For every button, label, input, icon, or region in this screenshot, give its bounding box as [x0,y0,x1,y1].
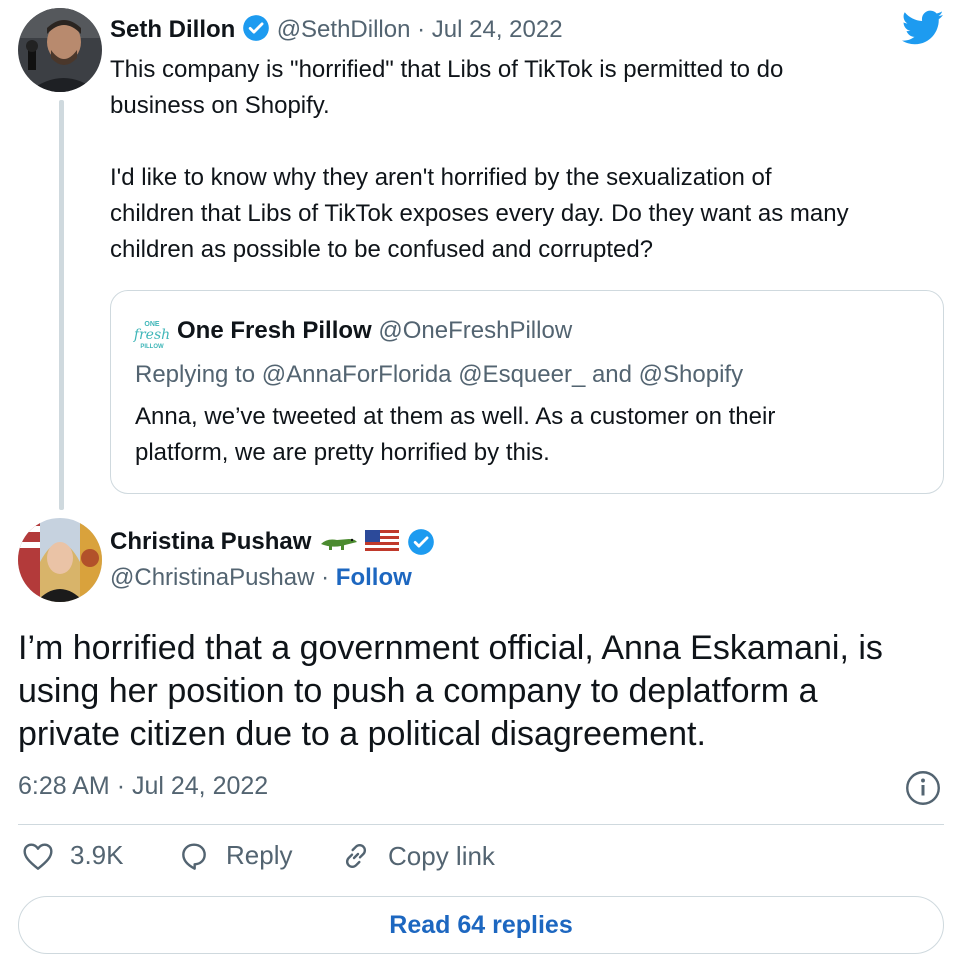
link-icon [345,843,367,869]
main-tweet-text: I’m horrified that a government official… [18,629,883,753]
tweet-timestamp[interactable]: 6:28 AM · Jul 24, 2022 [18,772,268,801]
quoted-tweet-header: One Fresh Pillow @OneFreshPillow [177,317,572,345]
main-tweet-header: Christina Pushaw [110,528,435,556]
reply-button[interactable]: Reply [178,840,292,871]
alligator-icon [321,538,358,550]
pillow-logo-icon: ONE fresh PILLOW [133,321,170,350]
read-replies-label: Read 64 replies [389,910,573,939]
tweet-date[interactable]: Jul 24, 2022 [432,16,563,43]
info-icon[interactable] [905,770,941,806]
tweet-text: This company is "horrified" that Libs of… [110,56,849,263]
follow-button[interactable]: Follow [336,564,412,591]
avatar-seth-dillon[interactable] [18,8,102,92]
heart-icon [23,842,53,870]
tweet-date: Jul 24, 2022 [131,772,269,800]
us-flag-icon [365,530,400,554]
twitter-logo-icon [902,10,944,45]
main-author-handle[interactable]: @ChristinaPushaw [110,564,314,591]
verified-badge-icon [243,15,269,41]
tweet-header: Seth Dillon @SethDillon · Jul 24, 2022 [110,14,563,44]
main-handle-line: @ChristinaPushaw · Follow [110,564,412,592]
like-count: 3.9K [70,840,124,870]
read-replies-button[interactable]: Read 64 replies [18,896,944,954]
verified-badge-icon [408,529,435,555]
divider [18,824,944,825]
author-name[interactable]: Seth Dillon [110,16,235,43]
replying-to-handles[interactable]: @AnnaForFlorida @Esqueer_ and @Shopify [262,361,743,388]
tweet-time: 6:28 AM [18,772,110,800]
separator-dot: · [116,772,126,800]
quoted-author-name[interactable]: One Fresh Pillow [177,317,372,344]
svg-text:fresh: fresh [133,327,170,343]
replying-to-line: Replying to @AnnaForFlorida @Esqueer_ an… [135,361,743,389]
separator-dot: · [417,16,426,43]
reply-bubble-icon [182,842,206,870]
avatar-christina-pushaw[interactable] [18,518,102,602]
thread-connector-line [59,100,64,510]
quoted-tweet-card[interactable]: ONE fresh PILLOW One Fresh Pillow @OneFr… [110,290,944,494]
like-button[interactable]: 3.9K [22,840,124,871]
replying-to-label: Replying to [135,361,256,388]
reply-label: Reply [226,840,293,870]
svg-text:PILLOW: PILLOW [140,344,164,350]
main-author-name[interactable]: Christina Pushaw [110,528,311,556]
author-handle[interactable]: @SethDillon [277,16,411,43]
copy-link-label: Copy link [388,840,495,871]
quoted-author-handle[interactable]: @OneFreshPillow [378,317,572,344]
one-fresh-pillow-logo: ONE fresh PILLOW [133,317,171,351]
copy-link-button[interactable]: Copy link [340,840,495,872]
quoted-tweet-text: Anna, we’ve tweeted at them as well. As … [135,403,776,466]
separator-dot: · [321,564,330,591]
